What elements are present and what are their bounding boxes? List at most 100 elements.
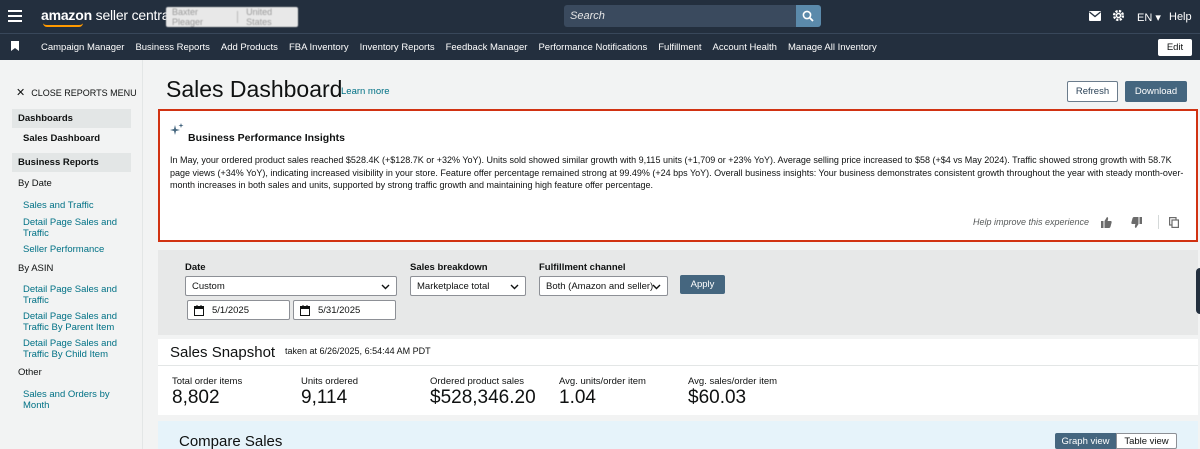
help-link[interactable]: Help [1169,11,1192,23]
caret-down-icon: ▾ [1155,12,1161,24]
fulfillment-channel-value: Both (Amazon and seller) [546,281,654,292]
sidebar-item-sales-and-traffic[interactable]: Sales and Traffic [23,200,123,211]
sidebar-heading-dashboards: Dashboards [12,109,131,128]
account-region: United States [246,7,273,27]
close-icon: ✕ [16,87,26,99]
copy-icon[interactable] [1169,217,1179,228]
reports-sidebar: ✕ CLOSE REPORTS MENU Dashboards Sales Da… [0,60,143,449]
filters-panel: Date Custom 5/1/2025 5/31/2025 Sales bre… [158,250,1198,335]
graph-view-button[interactable]: Graph view [1055,433,1116,449]
end-date-value: 5/31/2025 [318,305,361,316]
page-title: Sales Dashboard [166,76,343,102]
sidebar-item-asin-by-child[interactable]: Detail Page Sales and Traffic By Child I… [23,338,123,360]
insights-title: Business Performance Insights [188,132,345,144]
bookmark-icon[interactable] [11,41,19,51]
learn-more-link[interactable]: Learn more [341,86,390,97]
sales-snapshot-title: Sales Snapshot [170,344,276,361]
start-date-value: 5/1/2025 [212,305,249,316]
metric-total-order-items-value: 8,802 [172,387,220,408]
sales-breakdown-value: Marketplace total [417,281,490,292]
end-date-input[interactable]: 5/31/2025 [293,300,396,320]
nav-manage-all-inventory[interactable]: Manage All Inventory [788,42,877,53]
fulfillment-channel-select[interactable]: Both (Amazon and seller) [539,276,668,296]
fulfillment-channel-label: Fulfillment channel [539,262,626,273]
logo-suffix: seller central [95,7,173,23]
feedback-divider [1158,215,1159,229]
nav-business-reports[interactable]: Business Reports [135,42,209,53]
sparkle-icon [170,123,184,135]
side-panel-handle[interactable] [1196,268,1200,314]
compare-sales-section: Compare Sales Graph view Table view [158,421,1198,449]
sidebar-group-by-asin: By ASIN [18,263,54,274]
metric-avg-units-value: 1.04 [559,387,596,408]
account-name: Baxter Pleager [172,7,204,27]
close-reports-menu-label: CLOSE REPORTS MENU [31,87,137,98]
metric-ordered-product-sales-label: Ordered product sales [430,376,524,387]
sidebar-group-by-date: By Date [18,178,52,189]
edit-nav-button[interactable]: Edit [1158,39,1192,56]
chevron-down-icon [510,284,519,290]
sidebar-item-seller-performance[interactable]: Seller Performance [23,244,123,255]
nav-account-health[interactable]: Account Health [713,42,777,53]
start-date-input[interactable]: 5/1/2025 [187,300,290,320]
nav-feedback-manager[interactable]: Feedback Manager [446,42,528,53]
nav-fulfillment[interactable]: Fulfillment [658,42,701,53]
sales-snapshot: Sales Snapshot taken at 6/26/2025, 6:54:… [158,339,1198,415]
account-switcher[interactable]: Baxter Pleager United States [166,7,298,27]
nav-performance-notifications[interactable]: Performance Notifications [538,42,647,53]
refresh-button[interactable]: Refresh [1067,81,1118,102]
sidebar-item-asin-detail-page[interactable]: Detail Page Sales and Traffic [23,284,123,306]
sidebar-item-sales-dashboard[interactable]: Sales Dashboard [23,133,123,144]
insights-feedback-prompt: Help improve this experience [973,217,1090,227]
nav-inventory-reports[interactable]: Inventory Reports [360,42,435,53]
sidebar-heading-business-reports: Business Reports [12,153,131,172]
date-range-select[interactable]: Custom [185,276,397,296]
sales-breakdown-select[interactable]: Marketplace total [410,276,526,296]
nav-links: Campaign Manager Business Reports Add Pr… [41,42,877,53]
metric-ordered-product-sales-value: $528,346.20 [430,387,536,408]
insights-body: In May, your ordered product sales reach… [170,155,1184,190]
calendar-icon [300,305,310,316]
calendar-icon [194,305,204,316]
metric-units-ordered-value: 9,114 [301,387,348,408]
chevron-down-icon [381,284,390,290]
language-label: EN [1137,12,1153,24]
metric-units-ordered-label: Units ordered [301,376,359,387]
sidebar-group-other: Other [18,367,42,378]
sidebar-item-detail-page-sales-traffic[interactable]: Detail Page Sales and Traffic [23,217,123,239]
date-range-value: Custom [192,281,225,292]
metric-avg-units-label: Avg. units/order item [559,376,646,387]
search-input[interactable]: Search [564,5,796,27]
top-header: amazon seller central Baxter Pleager Uni… [0,0,1200,33]
date-filter-label: Date [185,262,206,273]
download-button[interactable]: Download [1125,81,1187,102]
gear-icon[interactable] [1112,9,1125,22]
sidebar-item-sales-orders-by-month[interactable]: Sales and Orders by Month [23,389,123,411]
metric-total-order-items-label: Total order items [172,376,243,387]
table-view-button[interactable]: Table view [1116,433,1177,449]
sales-breakdown-label: Sales breakdown [410,262,488,273]
search-button[interactable] [796,5,821,27]
language-selector[interactable]: EN ▾ [1137,11,1161,24]
nav-add-products[interactable]: Add Products [221,42,278,53]
nav-campaign-manager[interactable]: Campaign Manager [41,42,124,53]
logo-prefix: amazon [41,7,92,23]
search-icon [802,10,814,22]
amazon-smile-icon [43,23,83,27]
thumbs-up-icon[interactable] [1101,217,1112,228]
metric-avg-sales-value: $60.03 [688,387,747,408]
compare-sales-title: Compare Sales [179,433,283,449]
mail-icon[interactable] [1089,11,1101,21]
snapshot-timestamp: taken at 6/26/2025, 6:54:44 AM PDT [285,346,431,356]
sidebar-item-asin-by-parent[interactable]: Detail Page Sales and Traffic By Parent … [23,311,123,333]
apply-button[interactable]: Apply [680,275,725,294]
snapshot-divider [158,365,1198,366]
close-reports-menu-button[interactable]: ✕ CLOSE REPORTS MENU [16,86,137,99]
thumbs-down-icon[interactable] [1131,217,1142,228]
account-divider [237,11,239,23]
nav-fba-inventory[interactable]: FBA Inventory [289,42,349,53]
chevron-down-icon [652,284,661,290]
seller-central-logo[interactable]: amazon seller central [41,7,173,27]
business-insights-panel: Business Performance Insights In May, yo… [158,109,1198,242]
hamburger-menu-icon[interactable] [8,10,22,22]
